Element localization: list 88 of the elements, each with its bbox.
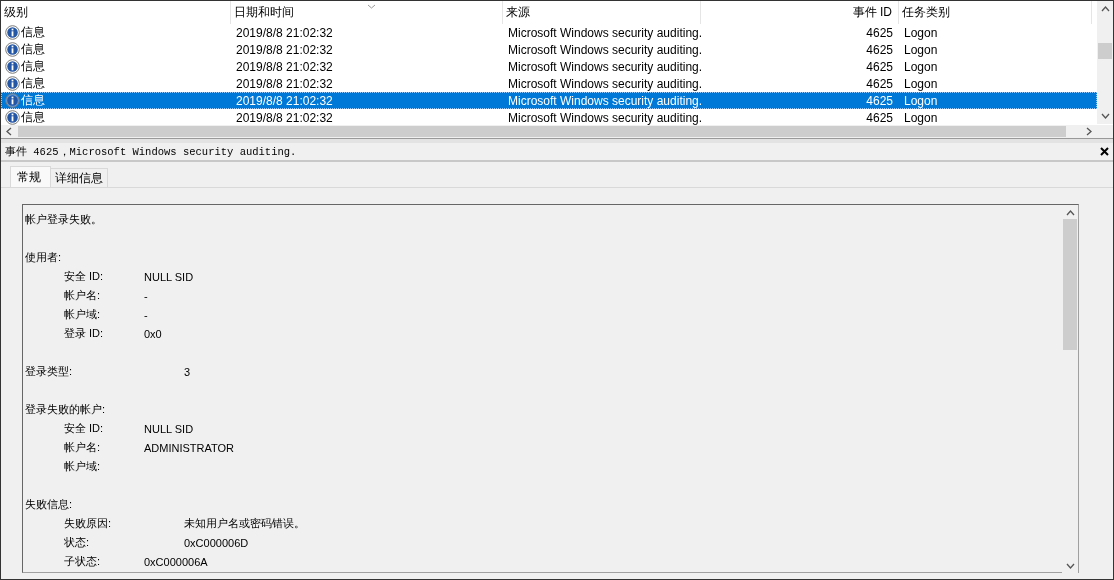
column-header[interactable]: 事件 ID xyxy=(852,4,892,21)
date-cell: 2019/8/8 21:02:32 xyxy=(236,93,333,108)
event-id-cell: 4625 xyxy=(866,25,893,40)
category-cell: Logon xyxy=(904,93,938,108)
field-label: 状态: xyxy=(64,535,91,550)
info-icon xyxy=(5,76,20,91)
level-text: 信息 xyxy=(21,58,45,75)
field-label: 帐户名: xyxy=(64,440,102,455)
field-value: NULL SID xyxy=(144,270,194,283)
field-label: 安全 ID: xyxy=(64,269,105,284)
date-cell: 2019/8/8 21:02:32 xyxy=(236,76,333,91)
horizontal-scrollbar[interactable] xyxy=(1,125,1113,138)
info-icon xyxy=(5,93,20,108)
info-icon xyxy=(5,25,20,40)
level-text: 信息 xyxy=(21,109,45,125)
event-id-cell: 4625 xyxy=(866,59,893,74)
column-header[interactable]: 来源 xyxy=(506,4,530,21)
sort-indicator-icon xyxy=(367,4,376,9)
source-cell: Microsoft Windows security auditing. xyxy=(508,42,701,57)
tab[interactable]: 常规 xyxy=(10,166,51,187)
section-heading: 帐户登录失败。 xyxy=(25,212,102,227)
event-row[interactable]: 信息 2019/8/8 21:02:32 Microsoft Windows security auditing. 4625 Logon xyxy=(1,24,1097,41)
column-header[interactable]: 日期和时间 xyxy=(234,4,294,21)
field-value: 0xC000006A xyxy=(144,555,208,568)
date-cell: 2019/8/8 21:02:32 xyxy=(236,59,333,74)
field-value: ADMINISTRATOR xyxy=(144,441,235,454)
event-row[interactable]: 信息 2019/8/8 21:02:32 Microsoft Windows security auditing. 4625 Logon xyxy=(1,109,1097,125)
source-cell: Microsoft Windows security auditing. xyxy=(508,110,701,125)
section-heading: 使用者: xyxy=(25,250,62,265)
scroll-right-icon[interactable] xyxy=(1086,127,1092,136)
date-cell: 2019/8/8 21:02:32 xyxy=(236,42,333,57)
event-id-cell: 4625 xyxy=(866,76,893,91)
section-heading: 失败信息: xyxy=(25,497,73,512)
category-cell: Logon xyxy=(904,25,938,40)
source-cell: Microsoft Windows security auditing. xyxy=(508,76,701,91)
tab[interactable]: 详细信息 xyxy=(50,168,108,187)
field-label: 帐户域: xyxy=(64,459,102,474)
field-label: 安全 ID: xyxy=(64,421,105,436)
info-icon xyxy=(5,110,20,125)
field-value: 3 xyxy=(184,365,191,378)
scroll-down-icon[interactable] xyxy=(1101,113,1110,119)
field-value: 未知用户名或密码错误。 xyxy=(184,516,305,531)
event-title: 事件 4625，Microsoft Windows security auditing. xyxy=(5,144,298,159)
level-text: 信息 xyxy=(21,24,45,41)
field-label: 子状态: xyxy=(64,554,102,569)
event-id-cell: 4625 xyxy=(866,42,893,57)
field-value: NULL SID xyxy=(144,422,194,435)
event-id-cell: 4625 xyxy=(866,110,893,125)
category-cell: Logon xyxy=(904,59,938,74)
category-cell: Logon xyxy=(904,110,938,125)
field-label: 帐户域: xyxy=(64,307,102,322)
date-cell: 2019/8/8 21:02:32 xyxy=(236,25,333,40)
category-cell: Logon xyxy=(904,76,938,91)
field-value: - xyxy=(144,289,148,302)
source-cell: Microsoft Windows security auditing. xyxy=(508,59,701,74)
level-text: 信息 xyxy=(21,41,45,58)
field-label: 登录 ID: xyxy=(64,326,105,341)
scroll-up-icon[interactable] xyxy=(1066,210,1075,216)
scroll-up-icon[interactable] xyxy=(1101,6,1110,12)
event-row[interactable]: 信息 2019/8/8 21:02:32 Microsoft Windows security auditing. 4625 Logon xyxy=(1,58,1097,75)
scroll-thumb[interactable] xyxy=(18,126,1066,137)
level-text: 信息 xyxy=(21,92,45,109)
vertical-scrollbar[interactable] xyxy=(1097,1,1113,124)
column-header[interactable]: 任务类别 xyxy=(902,4,950,21)
category-cell: Logon xyxy=(904,42,938,57)
field-label: 登录类型: xyxy=(25,364,74,379)
close-icon[interactable] xyxy=(1100,147,1109,156)
date-cell: 2019/8/8 21:02:32 xyxy=(236,110,333,125)
field-value: 0x0 xyxy=(144,327,162,340)
source-cell: Microsoft Windows security auditing. xyxy=(508,25,701,40)
event-row[interactable]: 信息 2019/8/8 21:02:32 Microsoft Windows security auditing. 4625 Logon xyxy=(1,92,1097,109)
source-cell: Microsoft Windows security auditing. xyxy=(508,93,701,108)
column-header[interactable]: 级别 xyxy=(4,4,28,21)
level-text: 信息 xyxy=(21,75,45,92)
event-id-cell: 4625 xyxy=(866,93,893,108)
field-value: 0xC000006D xyxy=(184,536,249,549)
event-row[interactable]: 信息 2019/8/8 21:02:32 Microsoft Windows security auditing. 4625 Logon xyxy=(1,75,1097,92)
field-label: 帐户名: xyxy=(64,288,102,303)
info-icon xyxy=(5,42,20,57)
field-label: 失败原因: xyxy=(64,516,113,531)
section-heading: 登录失败的帐户: xyxy=(25,402,106,417)
info-icon xyxy=(5,59,20,74)
event-row[interactable]: 信息 2019/8/8 21:02:32 Microsoft Windows security auditing. 4625 Logon xyxy=(1,41,1097,58)
scroll-thumb[interactable] xyxy=(1063,219,1077,350)
scroll-down-icon[interactable] xyxy=(1066,563,1075,569)
field-value: - xyxy=(144,308,148,321)
scroll-left-icon[interactable] xyxy=(6,127,12,136)
scroll-thumb[interactable] xyxy=(1098,43,1112,59)
